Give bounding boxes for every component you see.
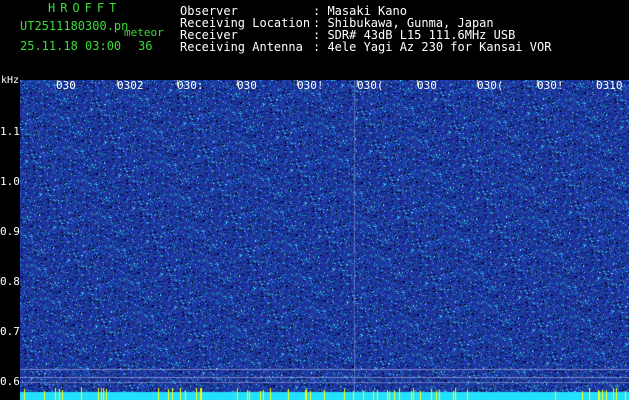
x-tick-label: 030: — [177, 79, 204, 92]
meteor-label: meteor — [124, 26, 164, 39]
antenna-value: : 4ele Yagi Az 230 for Kansai VOR — [313, 40, 552, 54]
x-tick-label: 0302 — [117, 79, 144, 92]
y-tick-label: 0.6 — [0, 375, 20, 388]
x-tick-label: 030 — [237, 79, 257, 92]
datetime-label: 25.11.18 03:00 — [20, 39, 122, 53]
x-tick-label: 030! — [297, 79, 324, 92]
hrofft-window: HROFFT UT2511180300.pn meteor 25.11.18 0… — [0, 0, 629, 400]
y-tick-label: 1.0 — [0, 175, 20, 188]
x-tick-label: 030( — [357, 79, 384, 92]
y-tick-label: 0.8 — [0, 275, 20, 288]
y-tick-label: 1.1 — [0, 125, 20, 138]
x-tick-label: 030! — [537, 79, 564, 92]
x-tick-label: 030 — [417, 79, 437, 92]
app-title: HROFFT — [48, 1, 122, 15]
x-tick-label: 030( — [477, 79, 504, 92]
antenna-label: Receiving Antenna — [180, 40, 303, 54]
spectrogram — [20, 80, 629, 400]
y-tick-label: 0.7 — [0, 325, 20, 338]
y-axis-unit: kHz — [1, 75, 20, 86]
x-tick-label: 0310 — [596, 79, 623, 92]
meteor-count: 36 — [138, 39, 153, 53]
x-tick-label: 030 — [56, 79, 76, 92]
filename-label: UT2511180300.pn — [20, 19, 129, 33]
y-tick-label: 0.9 — [0, 225, 20, 238]
